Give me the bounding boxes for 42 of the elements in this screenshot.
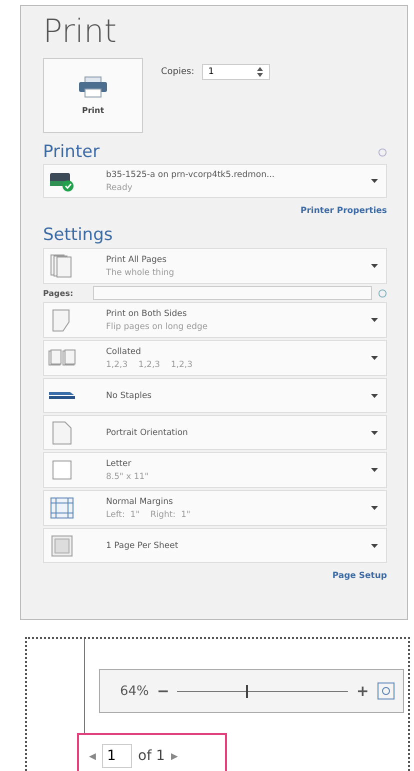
caret-icon xyxy=(371,506,378,510)
setting-dropdown[interactable]: 1 Page Per Sheet xyxy=(43,528,387,563)
caret-icon xyxy=(371,264,378,268)
pages-field[interactable] xyxy=(93,286,372,300)
pages-label: Pages: xyxy=(43,288,74,298)
setting-dropdown[interactable]: Portrait Orientation xyxy=(43,415,387,450)
copies-field[interactable]: 1 xyxy=(202,64,270,80)
page-setup-link[interactable]: Page Setup xyxy=(332,571,387,581)
setting-dropdown[interactable]: Print on Both Sides Flip pages on long edge xyxy=(43,302,387,338)
zoom-out-button[interactable]: − xyxy=(154,682,172,700)
next-page-button[interactable]: ▶ xyxy=(170,751,178,761)
print-button[interactable]: Print xyxy=(43,58,143,133)
printer-icon xyxy=(78,76,108,98)
settings-heading: Settings xyxy=(43,224,114,246)
slider-thumb[interactable] xyxy=(246,684,248,698)
setting-dropdown[interactable]: Print All Pages The whole thing xyxy=(43,248,387,284)
printer-dropdown[interactable]: b35-1525-a on prn-vcorp4tk5.redmon... Ready xyxy=(43,164,387,198)
caret-icon xyxy=(371,318,378,322)
setting-dropdown[interactable]: Letter 8.5" x 11" xyxy=(43,452,387,488)
setting-dropdown[interactable]: Collated 1,2,3 1,2,3 1,2,3 xyxy=(43,340,387,376)
printer-ready-icon xyxy=(48,170,76,192)
caret-icon xyxy=(371,468,378,472)
grid-icon xyxy=(48,495,76,521)
caret-icon xyxy=(371,356,378,360)
zoom-value: 64% xyxy=(120,684,149,698)
fit-page-icon[interactable] xyxy=(377,682,395,700)
print-title: Print xyxy=(43,12,118,50)
caret-icon xyxy=(371,179,378,183)
page-count: of 1 xyxy=(138,748,165,764)
page-number-field[interactable]: 1 xyxy=(102,744,132,768)
copies-label: Copies: xyxy=(161,67,194,77)
spinner-icon xyxy=(256,66,264,78)
caret-icon xyxy=(371,430,378,434)
caret-icon xyxy=(371,544,378,548)
setting-dropdown[interactable]: No Staples xyxy=(43,378,387,413)
zoom-in-button[interactable]: + xyxy=(354,682,371,700)
stapler-icon xyxy=(49,392,75,399)
printer-heading: Printer xyxy=(43,141,100,163)
previous-page-button[interactable]: ◀ xyxy=(89,751,96,761)
setting-dropdown[interactable]: Normal Margins Left: 1" Right: 1" xyxy=(43,490,387,526)
printer-properties-link[interactable]: Printer Properties xyxy=(300,206,387,216)
caret-icon xyxy=(371,394,378,398)
